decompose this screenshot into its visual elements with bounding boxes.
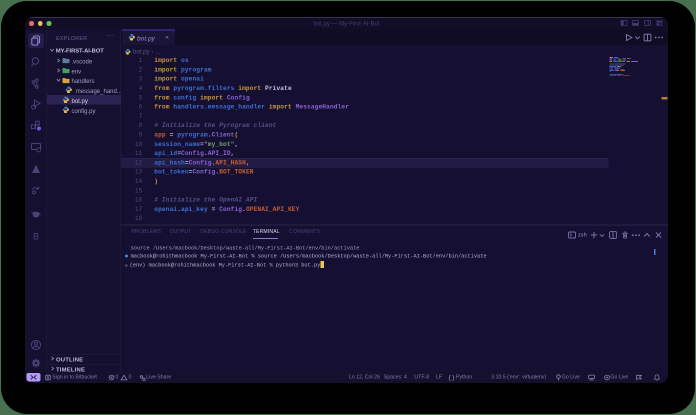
- svg-text:B: B: [33, 232, 39, 242]
